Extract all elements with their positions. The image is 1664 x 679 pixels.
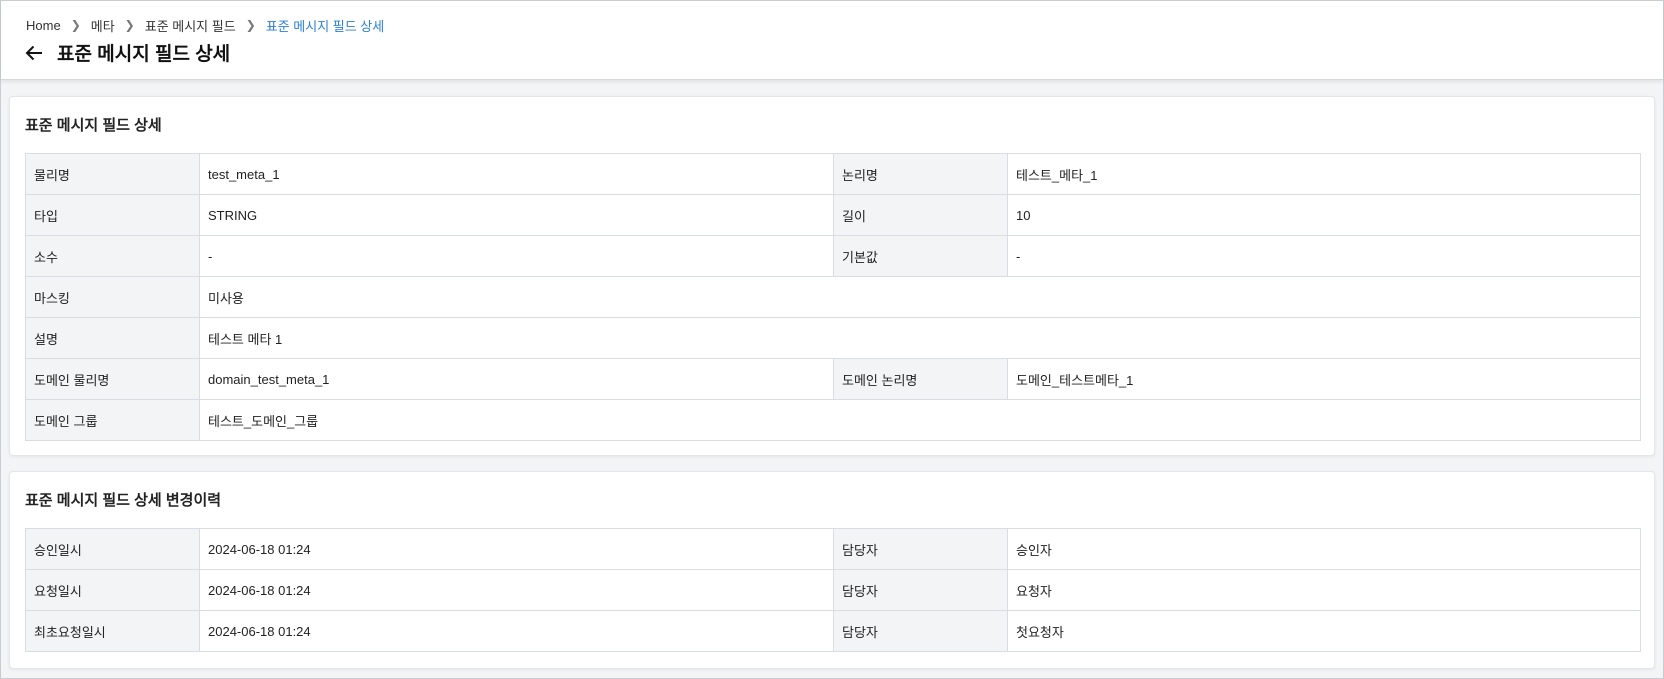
requested-date-value: 2024-06-18 01:24 [199,569,834,611]
first-requested-date-label: 최초요청일시 [25,610,200,652]
table-row: 도메인 물리명 domain_test_meta_1 도메인 논리명 도메인_테… [25,358,1641,400]
logical-name-label: 논리명 [833,153,1008,195]
owner-label: 담당자 [833,528,1008,570]
logical-name-value: 테스트_메타_1 [1007,153,1641,195]
domain-group-label: 도메인 그룹 [25,399,200,441]
history-card-title: 표준 메시지 필드 상세 변경이력 [25,492,222,509]
masking-value: 미사용 [199,276,1641,318]
first-requested-date-value: 2024-06-18 01:24 [199,610,834,652]
length-value: 10 [1007,194,1641,236]
domain-logical-label: 도메인 논리명 [833,358,1008,400]
chevron-right-icon: ❯ [124,18,135,32]
domain-logical-value: 도메인_테스트메타_1 [1007,358,1641,400]
page-title: 표준 메시지 필드 상세 [57,44,231,65]
default-value: - [1007,235,1641,277]
owner-label: 담당자 [833,610,1008,652]
owner-label: 담당자 [833,569,1008,611]
detail-card-title: 표준 메시지 필드 상세 [25,117,162,134]
description-value: 테스트 메타 1 [199,317,1641,359]
approved-date-value: 2024-06-18 01:24 [199,528,834,570]
page-header: Home ❯ 메타 ❯ 표준 메시지 필드 ❯ 표준 메시지 필드 상세 표준 … [1,1,1663,80]
title-row: 표준 메시지 필드 상세 [25,39,230,66]
domain-group-value: 테스트_도메인_그룹 [199,399,1641,441]
requester-value: 요청자 [1007,569,1641,611]
chevron-right-icon: ❯ [245,18,256,32]
detail-table: 물리명 test_meta_1 논리명 테스트_메타_1 타입 STRING 길… [25,153,1641,441]
breadcrumb: Home ❯ 메타 ❯ 표준 메시지 필드 ❯ 표준 메시지 필드 상세 [26,16,384,34]
approver-value: 승인자 [1007,528,1641,570]
physical-name-value: test_meta_1 [199,153,834,195]
table-row: 요청일시 2024-06-18 01:24 담당자 요청자 [25,569,1641,611]
table-row: 승인일시 2024-06-18 01:24 담당자 승인자 [25,528,1641,570]
table-row: 최초요청일시 2024-06-18 01:24 담당자 첫요청자 [25,610,1641,652]
masking-label: 마스킹 [25,276,200,318]
table-row: 물리명 test_meta_1 논리명 테스트_메타_1 [25,153,1641,195]
description-label: 설명 [25,317,200,359]
history-table: 승인일시 2024-06-18 01:24 담당자 승인자 요청일시 2024-… [25,528,1641,652]
approved-date-label: 승인일시 [25,528,200,570]
breadcrumb-standard-field[interactable]: 표준 메시지 필드 [145,16,236,35]
back-arrow-icon[interactable] [25,42,47,64]
table-row: 도메인 그룹 테스트_도메인_그룹 [25,399,1641,441]
table-row: 소수 - 기본값 - [25,235,1641,277]
breadcrumb-meta[interactable]: 메타 [91,16,115,35]
length-label: 길이 [833,194,1008,236]
breadcrumb-home[interactable]: Home [26,18,61,33]
table-row: 설명 테스트 메타 1 [25,317,1641,359]
type-label: 타입 [25,194,200,236]
domain-physical-label: 도메인 물리명 [25,358,200,400]
breadcrumb-current: 표준 메시지 필드 상세 [265,18,385,34]
history-card: 표준 메시지 필드 상세 변경이력 승인일시 2024-06-18 01:24 … [9,471,1655,669]
table-row: 타입 STRING 길이 10 [25,194,1641,236]
type-value: STRING [199,194,834,236]
table-row: 마스킹 미사용 [25,276,1641,318]
physical-name-label: 물리명 [25,153,200,195]
decimal-label: 소수 [25,235,200,277]
requested-date-label: 요청일시 [25,569,200,611]
detail-card: 표준 메시지 필드 상세 물리명 test_meta_1 논리명 테스트_메타_… [9,96,1655,456]
decimal-value: - [199,235,834,277]
default-label: 기본값 [833,235,1008,277]
domain-physical-value: domain_test_meta_1 [199,358,834,400]
chevron-right-icon: ❯ [70,18,81,32]
first-requester-value: 첫요청자 [1007,610,1641,652]
